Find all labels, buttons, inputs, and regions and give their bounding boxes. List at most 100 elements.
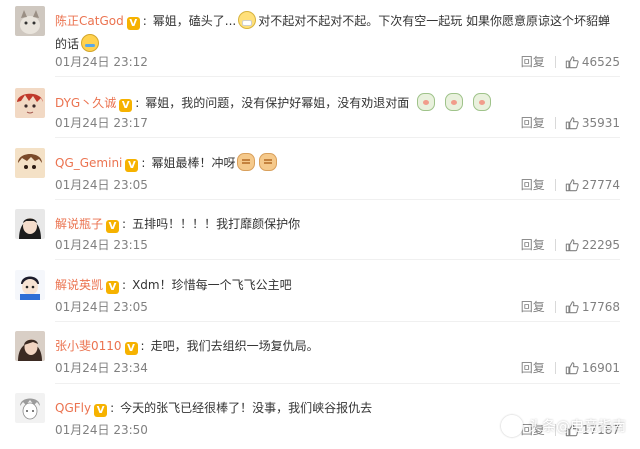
comment-actions: 回复 27774 [521, 175, 620, 195]
fist-icon [259, 153, 278, 171]
vip-badge-icon: V [125, 159, 139, 172]
like-count: 27774 [581, 178, 620, 192]
vip-badge-icon: V [124, 342, 138, 355]
teary-face-icon [81, 34, 100, 52]
comment-text-line: 解说瓶子 V: 五排吗！！！！我打靡颜保护你 [55, 213, 620, 236]
separator [55, 383, 620, 384]
like-button[interactable]: 22295 [565, 235, 620, 255]
separator [55, 321, 620, 322]
portrait-avatar-image [15, 209, 45, 239]
username-link[interactable]: 张小斐0110 [55, 339, 122, 353]
comment-meta: 01月24日 23:05 回复 27774 [55, 175, 620, 195]
thumbs-up-icon [565, 179, 579, 192]
divider [554, 362, 556, 374]
username-link[interactable]: 解说瓶子 [55, 217, 103, 231]
divider [554, 117, 556, 129]
like-button[interactable]: 27774 [565, 175, 620, 195]
reply-button[interactable]: 回复 [521, 297, 545, 317]
divider [554, 56, 556, 68]
anime-avatar-image [15, 88, 45, 118]
fist-icon [237, 153, 256, 171]
avatar[interactable] [15, 6, 45, 36]
comment-text-line: 张小斐0110 V: 走吧，我们去组织一场复仇局。 [55, 335, 620, 358]
bunny-icon [445, 93, 464, 111]
colon: : [110, 401, 115, 415]
username-link[interactable]: 解说英凯 [55, 278, 103, 292]
timestamp: 01月24日 23:05 [55, 300, 148, 314]
comment-meta: 01月24日 23:15 回复 22295 [55, 235, 620, 255]
cat-avatar-image [15, 6, 45, 36]
colon: : [141, 156, 146, 170]
comment-text-line: DYG丶久诚 V: 幂姐，我的问题，没有保护好幂姐，没有劝退对面 [55, 92, 620, 115]
like-button[interactable]: 35931 [565, 113, 620, 133]
mask-icon [238, 11, 257, 29]
divider [554, 179, 556, 191]
timestamp: 01月24日 23:15 [55, 238, 148, 252]
avatar[interactable] [15, 209, 45, 239]
comment-content: 五排吗！！！！我打靡颜保护你 [132, 217, 301, 231]
comment-meta: 01月24日 23:05 回复 17768 [55, 297, 620, 317]
vip-badge-icon: V [106, 220, 120, 233]
thumbs-up-icon [565, 56, 579, 69]
colon: : [140, 339, 145, 353]
timestamp: 01月24日 23:12 [55, 55, 148, 69]
comment-meta: 01月24日 23:12 回复 46525 [55, 52, 620, 72]
reply-button[interactable]: 回复 [521, 52, 545, 72]
watermark: 头条@电竞指南 [501, 415, 626, 437]
reply-button[interactable]: 回复 [521, 113, 545, 133]
username-link[interactable]: 陈正CatGod [55, 14, 124, 28]
comment-content: Xdm！珍惜每一个飞飞公主吧 [132, 278, 292, 292]
thumbs-up-icon [565, 301, 579, 314]
reply-button[interactable]: 回复 [521, 175, 545, 195]
photo-avatar-image [15, 331, 45, 361]
timestamp: 01月24日 23:50 [55, 423, 148, 437]
avatar[interactable] [15, 331, 45, 361]
vip-badge-icon: V [94, 404, 108, 417]
comment-meta: 01月24日 23:17 回复 35931 [55, 113, 620, 133]
vip-badge-icon: V [126, 17, 140, 30]
timestamp: 01月24日 23:34 [55, 361, 148, 375]
thumbs-up-icon [565, 239, 579, 252]
comment-content: 幂姐，我的问题，没有保护好幂姐，没有劝退对面 [145, 96, 410, 110]
divider [554, 239, 556, 251]
username-link[interactable]: QGFly [55, 401, 91, 415]
comment-text-line: QG_Gemini V: 幂姐最棒！冲呀 [55, 152, 620, 175]
comment-text-line: 解说英凯 V: Xdm！珍惜每一个飞飞公主吧 [55, 274, 620, 297]
reply-button[interactable]: 回复 [521, 358, 545, 378]
like-button[interactable]: 46525 [565, 52, 620, 72]
comment-meta: 01月24日 23:34 回复 16901 [55, 358, 620, 378]
like-count: 17768 [581, 300, 620, 314]
colon: : [122, 217, 127, 231]
comment-actions: 回复 16901 [521, 358, 620, 378]
timestamp: 01月24日 23:17 [55, 116, 148, 130]
watermark-text: 头条@电竞指南 [528, 419, 626, 435]
reply-button[interactable]: 回复 [521, 235, 545, 255]
like-button[interactable]: 17768 [565, 297, 620, 317]
separator [55, 76, 620, 77]
username-link[interactable]: DYG丶久诚 [55, 96, 116, 110]
avatar[interactable] [15, 88, 45, 118]
cartoon-avatar-image [15, 270, 45, 300]
watermark-logo-icon [501, 415, 523, 437]
thumbs-up-icon [565, 362, 579, 375]
colon: : [142, 14, 147, 28]
avatar[interactable] [15, 148, 45, 178]
comment-actions: 回复 35931 [521, 113, 620, 133]
like-count: 35931 [581, 116, 620, 130]
username-link[interactable]: QG_Gemini [55, 156, 122, 170]
comment-content: 今天的张飞已经很棒了！没事，我们峡谷报仇去 [120, 401, 373, 415]
avatar[interactable] [15, 393, 45, 423]
avatar[interactable] [15, 270, 45, 300]
timestamp: 01月24日 23:05 [55, 178, 148, 192]
comment-content: 幂姐，磕头了... [152, 14, 237, 28]
sketch-avatar-image [15, 393, 45, 423]
colon: : [122, 278, 127, 292]
separator [55, 137, 620, 138]
vip-badge-icon: V [106, 281, 120, 294]
colon: : [135, 96, 140, 110]
like-button[interactable]: 16901 [565, 358, 620, 378]
bunny-icon [473, 93, 492, 111]
bunny-icon [417, 93, 436, 111]
comment-content: 幂姐最棒！冲呀 [151, 156, 236, 170]
divider [554, 301, 556, 313]
